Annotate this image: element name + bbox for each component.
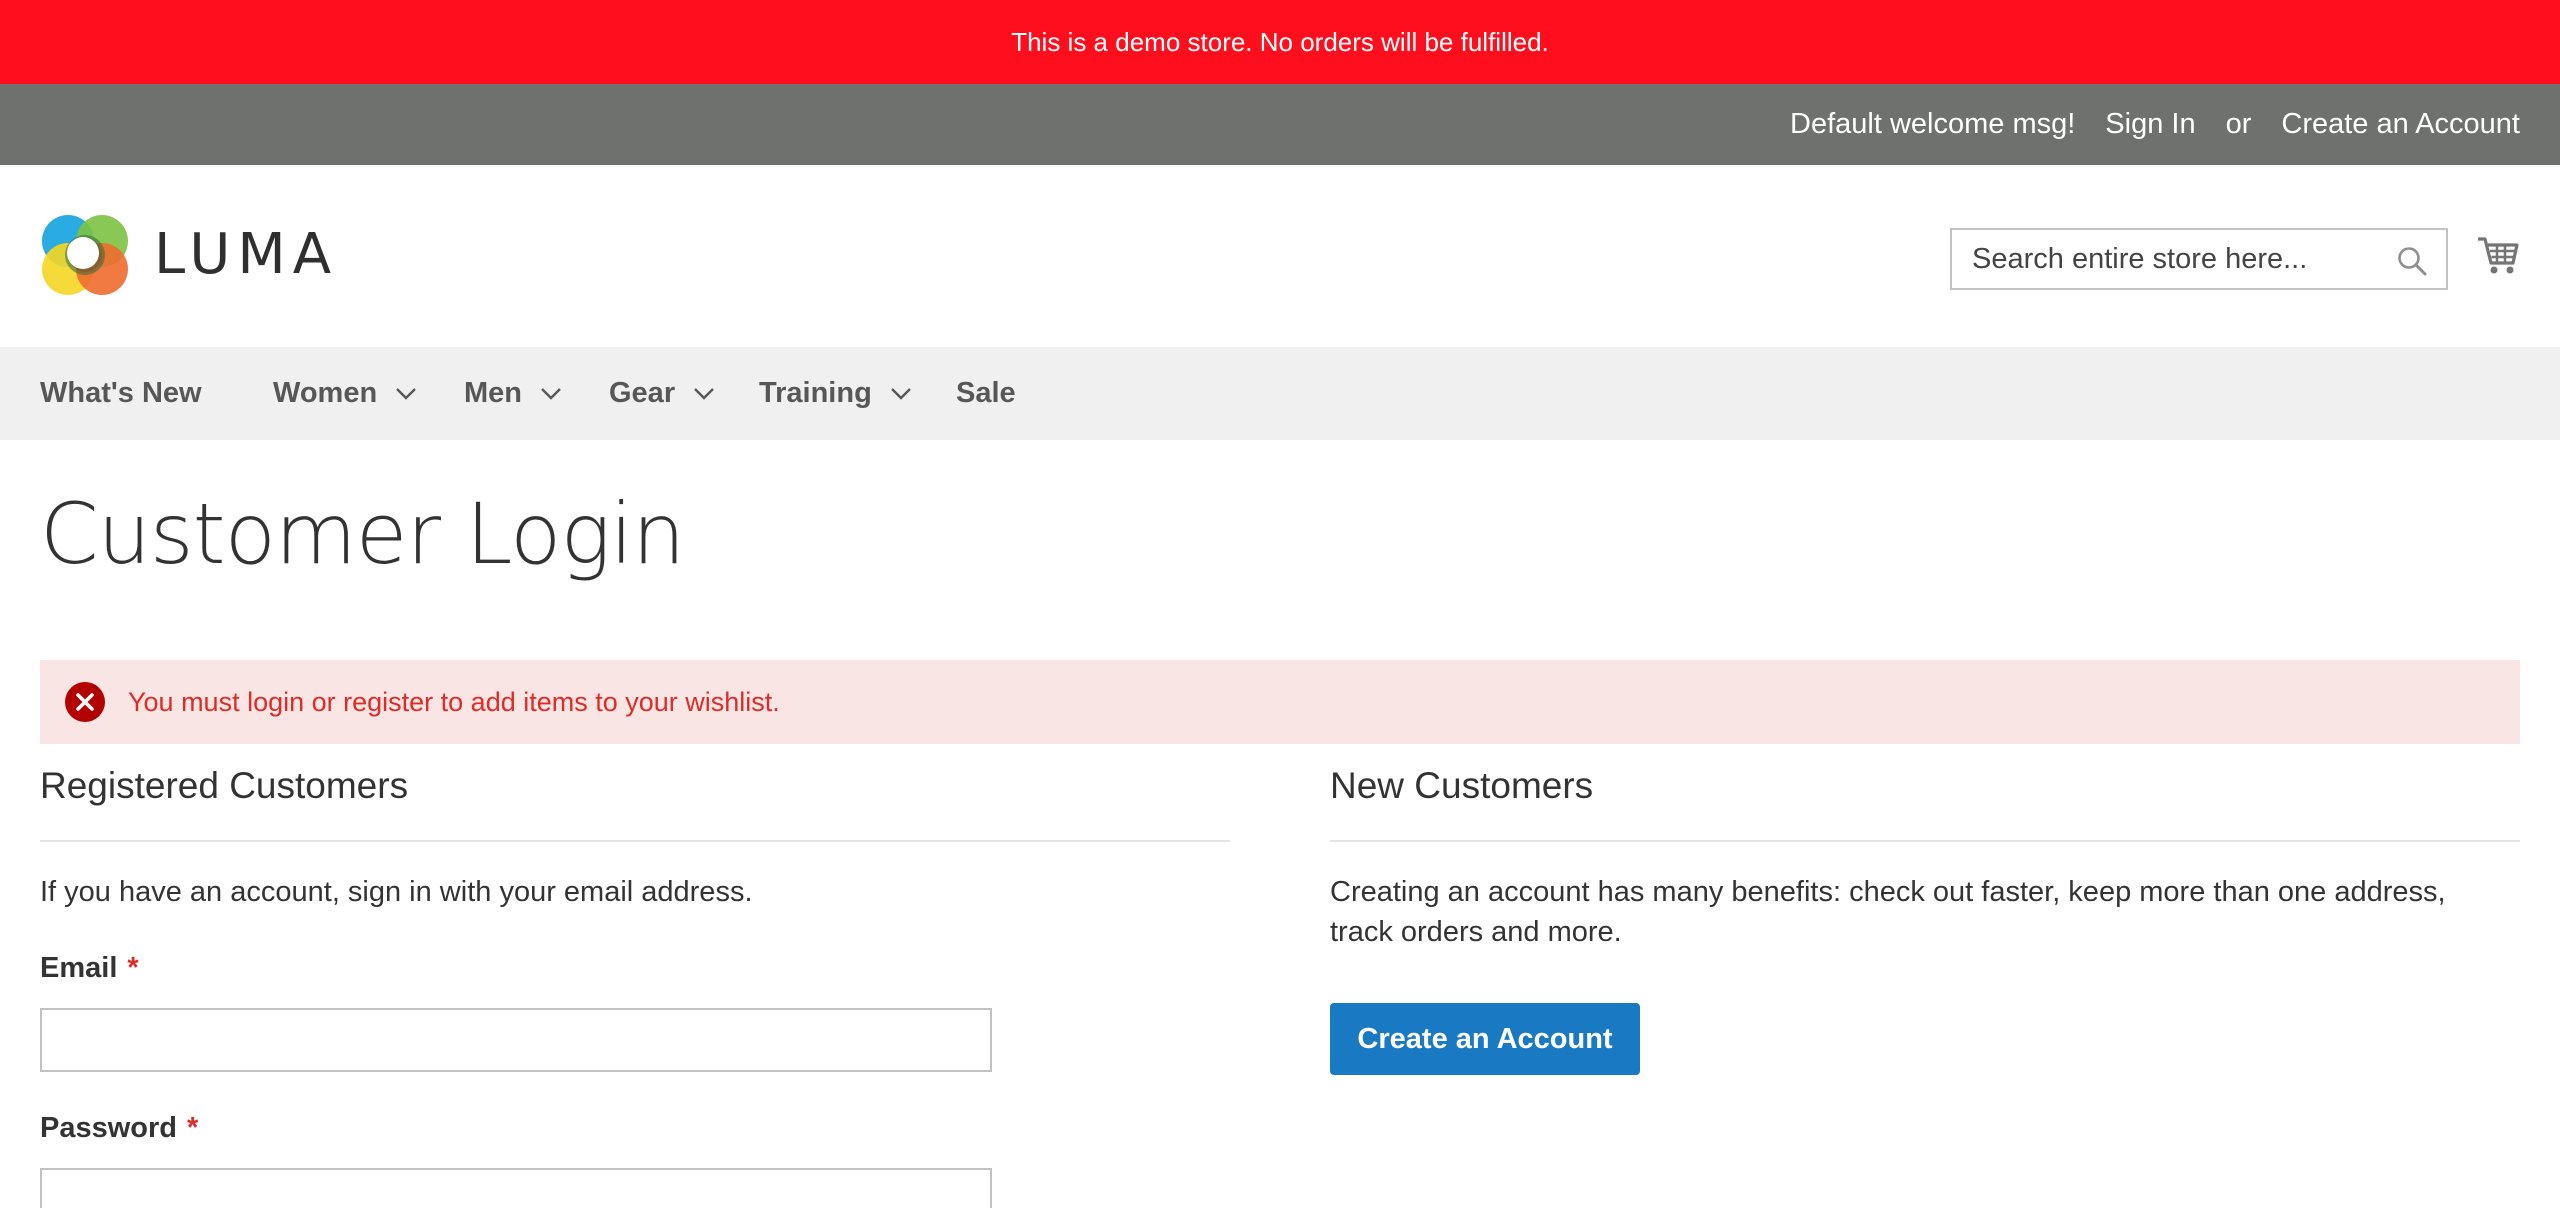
new-customers-title: New Customers — [1330, 765, 1594, 806]
error-message: You must login or register to add items … — [40, 660, 2520, 744]
required-mark: * — [187, 1112, 199, 1144]
nav-item-label: Women — [273, 377, 378, 409]
error-message-text: You must login or register to add items … — [128, 686, 780, 717]
password-label: Password * — [40, 1112, 198, 1145]
registered-customers-title: Registered Customers — [40, 765, 409, 806]
registered-divider — [40, 840, 1230, 842]
new-customers-intro: Creating an account has many benefits: c… — [1330, 876, 2446, 948]
nav-item-whats-new[interactable]: What's New — [40, 347, 202, 440]
nav-item-sale[interactable]: Sale — [956, 347, 1016, 440]
new-customers-divider — [1330, 840, 2520, 842]
demo-store-notice: This is a demo store. No orders will be … — [0, 0, 2560, 84]
nav-item-label: Sale — [956, 377, 1016, 409]
chevron-down-icon — [693, 387, 715, 401]
sign-in-link[interactable]: Sign In — [2105, 108, 2195, 141]
nav-item-women[interactable]: Women — [273, 347, 417, 440]
nav-item-men[interactable]: Men — [464, 347, 562, 440]
registered-intro: If you have an account, sign in with you… — [40, 876, 753, 908]
search-icon[interactable] — [2396, 245, 2428, 282]
email-field[interactable] — [40, 1008, 992, 1072]
create-account-link[interactable]: Create an Account — [2281, 108, 2520, 141]
page-title: Customer Login — [40, 485, 685, 583]
create-account-button[interactable]: Create an Account — [1330, 1003, 1640, 1075]
search-input[interactable] — [1970, 241, 2374, 277]
logo-text: LUMA — [154, 221, 339, 287]
cart-icon[interactable] — [2476, 233, 2520, 282]
chevron-down-icon — [395, 387, 417, 401]
welcome-message: Default welcome msg! — [1790, 108, 2076, 140]
nav-item-gear[interactable]: Gear — [609, 347, 715, 440]
chevron-down-icon — [890, 387, 912, 401]
chevron-down-icon — [540, 387, 562, 401]
logo-link[interactable]: LUMA — [40, 209, 338, 299]
search-box — [1950, 228, 2448, 290]
luma-logo-icon — [40, 209, 130, 299]
required-mark: * — [127, 952, 139, 984]
nav-item-training[interactable]: Training — [759, 347, 912, 440]
nav-item-label: Training — [759, 377, 872, 409]
or-separator: or — [2225, 108, 2252, 140]
error-icon — [64, 681, 106, 723]
site-header: LUMA — [0, 165, 2560, 347]
nav-item-label: What's New — [40, 377, 202, 409]
password-field[interactable] — [40, 1168, 992, 1208]
password-label-text: Password — [40, 1112, 177, 1144]
main-navigation: What's New Women Men Gear Training Sale — [0, 347, 2560, 440]
top-links-bar: Default welcome msg! Sign In or Create a… — [0, 84, 2560, 165]
create-account-button-label: Create an Account — [1357, 1022, 1613, 1055]
demo-store-notice-text: This is a demo store. No orders will be … — [1011, 26, 1549, 57]
nav-item-label: Gear — [609, 377, 676, 409]
email-label-text: Email — [40, 952, 118, 984]
email-label: Email * — [40, 952, 139, 985]
nav-item-label: Men — [464, 377, 522, 409]
